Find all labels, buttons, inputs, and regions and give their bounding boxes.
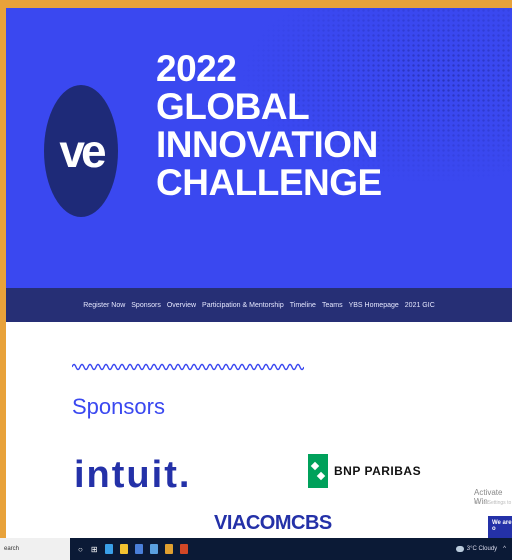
edge-icon[interactable]: [104, 544, 113, 554]
chevron-up-icon[interactable]: ^: [503, 546, 506, 552]
title-year: 2022: [156, 48, 237, 89]
cortana-icon[interactable]: ○: [78, 545, 83, 554]
mail-icon[interactable]: [149, 544, 158, 554]
bnp-paribas-text: BNP PARIBAS: [334, 464, 422, 478]
activate-windows-subtext: Go to Settings to: [474, 500, 512, 506]
nav-ybs-homepage[interactable]: YBS Homepage: [349, 302, 399, 309]
taskbar-apps: [98, 544, 188, 554]
nav-2021-gic[interactable]: 2021 GIC: [405, 302, 435, 309]
bnp-paribas-logo[interactable]: BNP PARIBAS: [308, 454, 421, 488]
viacomcbs-logo[interactable]: VIACOMCBS: [214, 512, 332, 535]
wavy-divider: [72, 363, 304, 371]
ve-logo: ve: [44, 85, 118, 217]
taskbar: earch ○ ⊞ 3°C Cloudy ^: [0, 538, 512, 560]
title-global: GLOBAL: [156, 86, 310, 127]
chat-widget[interactable]: We are o: [488, 516, 512, 538]
nav-overview[interactable]: Overview: [167, 302, 196, 309]
nav-sponsors[interactable]: Sponsors: [131, 302, 161, 309]
intuit-logo[interactable]: intuit.: [74, 454, 191, 497]
weather-icon: [455, 546, 464, 552]
nav-teams[interactable]: Teams: [322, 302, 343, 309]
ve-logo-text: ve: [59, 125, 106, 177]
bnp-mark-icon: [308, 454, 328, 488]
weather-text[interactable]: 3°C Cloudy: [467, 546, 497, 552]
nav-participation-mentorship[interactable]: Participation & Mentorship: [202, 302, 284, 309]
powerpoint-icon[interactable]: [179, 544, 188, 554]
taskbar-search[interactable]: earch: [0, 538, 70, 560]
hero-title: 2022 GLOBAL INNOVATION CHALLENGE: [156, 50, 486, 202]
title-challenge: CHALLENGE: [156, 162, 382, 203]
main-nav: Register Now Sponsors Overview Participa…: [6, 288, 512, 322]
nav-register-now[interactable]: Register Now: [83, 302, 125, 309]
title-innovation: INNOVATION: [156, 124, 378, 165]
file-explorer-icon[interactable]: [119, 544, 128, 554]
task-view-icon[interactable]: ⊞: [91, 545, 98, 554]
store-icon[interactable]: [134, 544, 143, 554]
chrome-icon[interactable]: [164, 544, 173, 554]
system-tray: 3°C Cloudy ^: [455, 538, 506, 560]
hero-banner: ve 2022 GLOBAL INNOVATION CHALLENGE: [6, 8, 512, 288]
nav-timeline[interactable]: Timeline: [290, 302, 316, 309]
browser-page: ve 2022 GLOBAL INNOVATION CHALLENGE Regi…: [6, 8, 512, 538]
sponsors-heading: Sponsors: [72, 394, 165, 419]
